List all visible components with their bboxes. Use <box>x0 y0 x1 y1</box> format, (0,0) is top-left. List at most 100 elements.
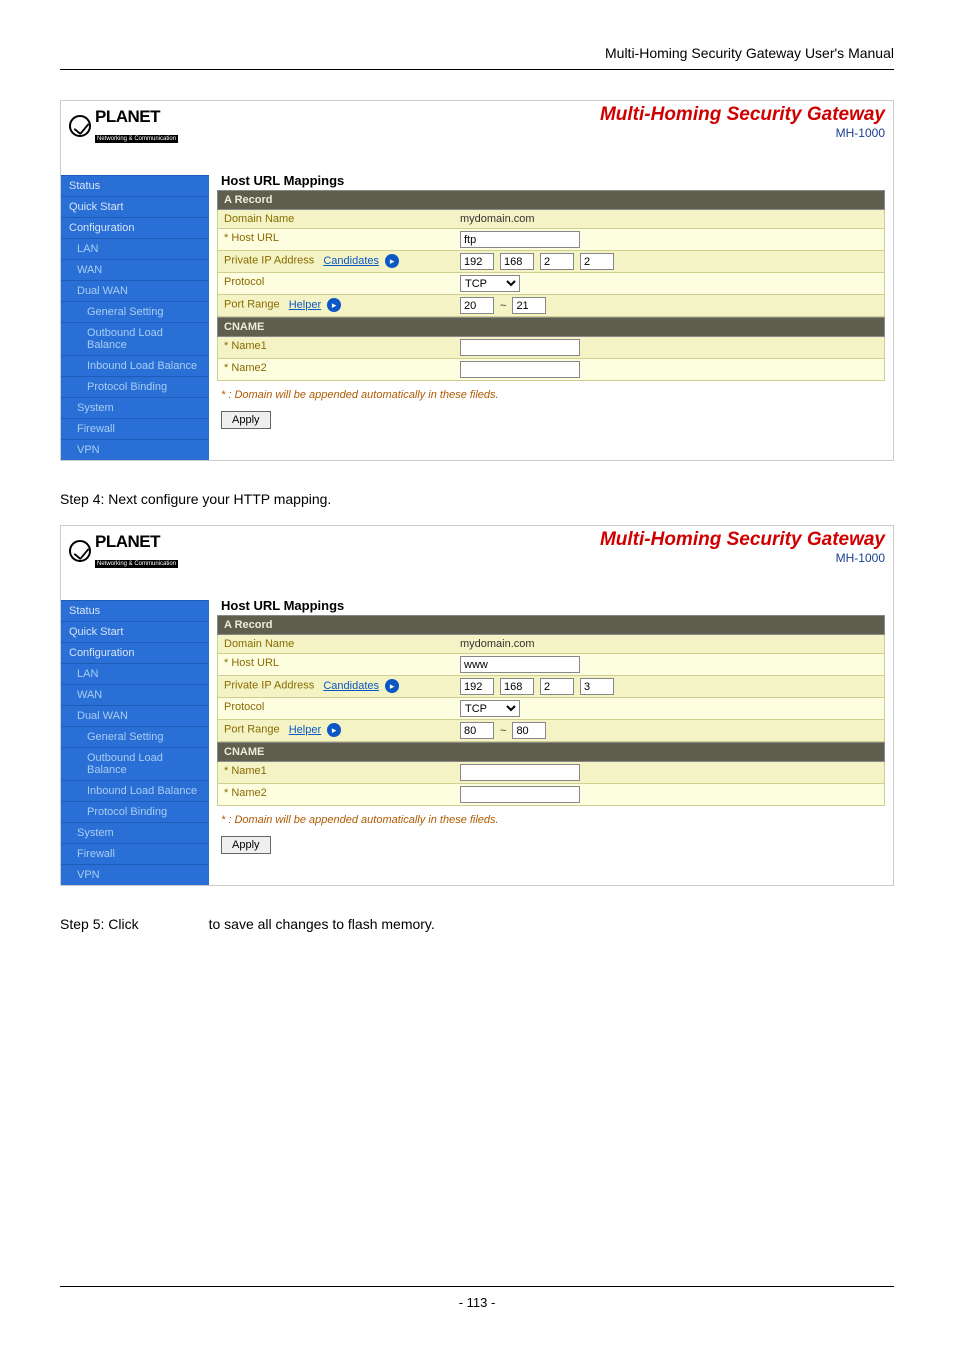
sidebar-item-inbound-load-balance[interactable]: Inbound Load Balance <box>61 355 209 376</box>
sidebar-item-vpn[interactable]: VPN <box>61 864 209 885</box>
sidebar-item-vpn[interactable]: VPN <box>61 439 209 460</box>
name2-label: * Name2 <box>218 359 454 380</box>
sidebar-item-lan[interactable]: LAN <box>61 663 209 684</box>
ip-octet-1[interactable] <box>460 253 494 270</box>
step4-text: Step 4: Next configure your HTTP mapping… <box>60 491 894 507</box>
footer-page-number: - 113 - <box>60 1295 894 1310</box>
port-range-label: Port Range <box>224 724 280 736</box>
sidebar-item-dual-wan[interactable]: Dual WAN <box>61 280 209 301</box>
sidebar-item-quick-start[interactable]: Quick Start <box>61 196 209 217</box>
private-ip-label: Private IP Address <box>224 255 314 267</box>
app-title: Multi-Homing Security Gateway <box>209 104 885 126</box>
footer-rule <box>60 1286 894 1287</box>
planet-logo-icon <box>69 115 91 137</box>
port-from-input[interactable] <box>460 297 494 314</box>
apply-button[interactable]: Apply <box>221 411 271 429</box>
sidebar-item-status[interactable]: Status <box>61 600 209 621</box>
helper-link[interactable]: Helper <box>289 299 321 311</box>
sidebar-item-inbound-load-balance[interactable]: Inbound Load Balance <box>61 780 209 801</box>
host-url-input[interactable] <box>460 656 580 673</box>
private-ip-label: Private IP Address <box>224 680 314 692</box>
sidebar: Status Quick Start Configuration LAN WAN… <box>61 570 209 885</box>
name1-input[interactable] <box>460 764 580 781</box>
sidebar-item-lan[interactable]: LAN <box>61 238 209 259</box>
name2-label: * Name2 <box>218 784 454 805</box>
sidebar-item-wan[interactable]: WAN <box>61 259 209 280</box>
sidebar-item-firewall[interactable]: Firewall <box>61 418 209 439</box>
logo-cell: PLANET Networking & Communication <box>61 526 209 570</box>
ip-octet-2[interactable] <box>500 253 534 270</box>
apply-button[interactable]: Apply <box>221 836 271 854</box>
sidebar-item-general-setting[interactable]: General Setting <box>61 726 209 747</box>
protocol-select[interactable]: TCP <box>460 275 520 292</box>
sidebar-item-general-setting[interactable]: General Setting <box>61 301 209 322</box>
planet-logo-icon <box>69 540 91 562</box>
helper-arrow-icon[interactable]: ▸ <box>327 298 341 312</box>
app-panel-2: PLANET Networking & Communication Multi-… <box>60 525 894 886</box>
sidebar-item-outbound-load-balance[interactable]: Outbound Load Balance <box>61 322 209 355</box>
app-model: MH-1000 <box>209 126 885 140</box>
protocol-label: Protocol <box>218 698 454 719</box>
step5-text: Step 5: Click to save all changes to fla… <box>60 916 894 932</box>
logo-tagline: Networking & Communication <box>95 135 178 143</box>
ip-octet-4[interactable] <box>580 253 614 270</box>
candidates-arrow-icon[interactable]: ▸ <box>385 254 399 268</box>
domain-append-note: * : Domain will be appended automaticall… <box>217 806 885 836</box>
port-range-dash: ~ <box>500 725 506 737</box>
sidebar-item-protocol-binding[interactable]: Protocol Binding <box>61 801 209 822</box>
helper-link[interactable]: Helper <box>289 724 321 736</box>
sidebar-item-wan[interactable]: WAN <box>61 684 209 705</box>
candidates-arrow-icon[interactable]: ▸ <box>385 679 399 693</box>
sidebar: Status Quick Start Configuration LAN WAN… <box>61 145 209 460</box>
host-url-label: * Host URL <box>218 654 454 675</box>
sidebar-item-status[interactable]: Status <box>61 175 209 196</box>
name1-input[interactable] <box>460 339 580 356</box>
sidebar-item-firewall[interactable]: Firewall <box>61 843 209 864</box>
app-title: Multi-Homing Security Gateway <box>209 529 885 551</box>
port-from-input[interactable] <box>460 722 494 739</box>
domain-name-value: mydomain.com <box>454 210 884 228</box>
ip-octet-1[interactable] <box>460 678 494 695</box>
sidebar-item-configuration[interactable]: Configuration <box>61 217 209 238</box>
sidebar-item-quick-start[interactable]: Quick Start <box>61 621 209 642</box>
port-range-label: Port Range <box>224 299 280 311</box>
cname-bar: CNAME <box>217 742 885 762</box>
sidebar-item-configuration[interactable]: Configuration <box>61 642 209 663</box>
ip-octet-3[interactable] <box>540 678 574 695</box>
protocol-label: Protocol <box>218 273 454 294</box>
content-area-1: Host URL Mappings A Record Domain Name m… <box>209 145 893 460</box>
port-to-input[interactable] <box>512 722 546 739</box>
domain-name-label: Domain Name <box>218 635 454 653</box>
logo-cell: PLANET Networking & Communication <box>61 101 209 145</box>
sidebar-item-system[interactable]: System <box>61 822 209 843</box>
step5-left: Step 5: Click <box>60 916 139 932</box>
candidates-link[interactable]: Candidates <box>323 255 379 267</box>
sidebar-item-protocol-binding[interactable]: Protocol Binding <box>61 376 209 397</box>
name2-input[interactable] <box>460 786 580 803</box>
name1-label: * Name1 <box>218 337 454 358</box>
sidebar-item-system[interactable]: System <box>61 397 209 418</box>
section-title: Host URL Mappings <box>217 596 885 615</box>
content-area-2: Host URL Mappings A Record Domain Name m… <box>209 570 893 885</box>
sidebar-item-dual-wan[interactable]: Dual WAN <box>61 705 209 726</box>
domain-name-value: mydomain.com <box>454 635 884 653</box>
name1-label: * Name1 <box>218 762 454 783</box>
ip-octet-2[interactable] <box>500 678 534 695</box>
logo-brand: PLANET <box>95 107 178 127</box>
candidates-link[interactable]: Candidates <box>323 680 379 692</box>
section-title: Host URL Mappings <box>217 171 885 190</box>
sidebar-item-outbound-load-balance[interactable]: Outbound Load Balance <box>61 747 209 780</box>
helper-arrow-icon[interactable]: ▸ <box>327 723 341 737</box>
doc-header-rule <box>60 69 894 70</box>
ip-octet-4[interactable] <box>580 678 614 695</box>
port-to-input[interactable] <box>512 297 546 314</box>
app-model: MH-1000 <box>209 551 885 565</box>
host-url-input[interactable] <box>460 231 580 248</box>
name2-input[interactable] <box>460 361 580 378</box>
app-panel-1: PLANET Networking & Communication Multi-… <box>60 100 894 461</box>
ip-octet-3[interactable] <box>540 253 574 270</box>
page-footer: - 113 - <box>60 1286 894 1310</box>
protocol-select[interactable]: TCP <box>460 700 520 717</box>
step5-right: to save all changes to flash memory. <box>209 916 435 932</box>
doc-header: Multi-Homing Security Gateway User's Man… <box>60 0 894 69</box>
